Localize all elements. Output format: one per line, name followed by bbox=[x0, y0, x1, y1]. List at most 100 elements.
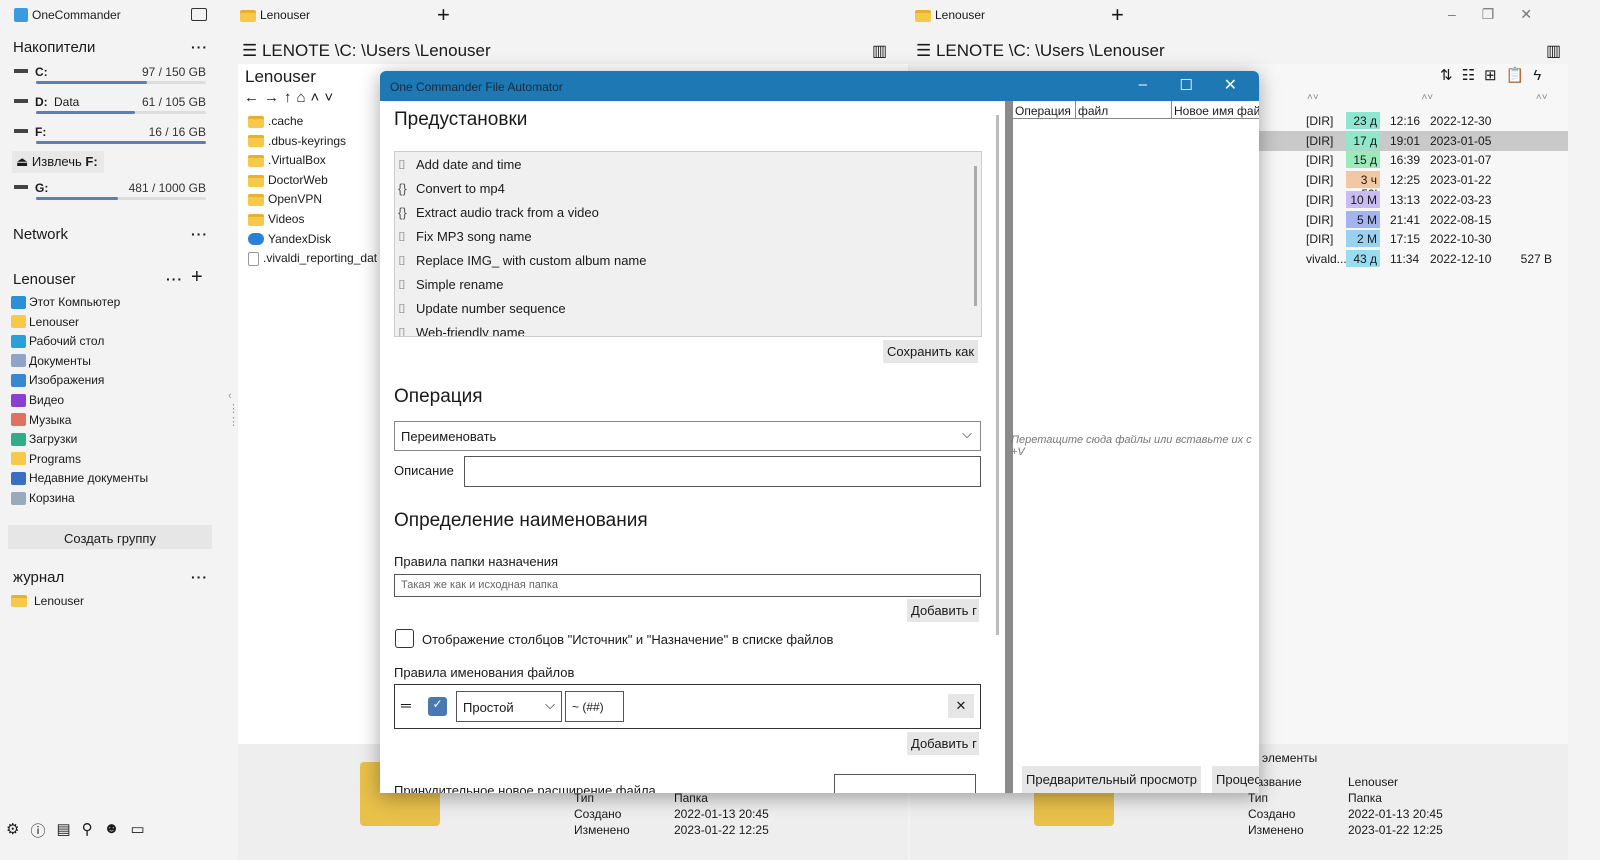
dialog-title: One Commander File Automator bbox=[390, 80, 563, 94]
sidebar-item[interactable]: Изображения bbox=[11, 373, 104, 387]
remove-rule-button[interactable]: ✕ bbox=[948, 694, 974, 718]
operation-select[interactable]: Переименовать ⌵ bbox=[394, 421, 981, 451]
create-group-button[interactable]: Создать группу bbox=[8, 525, 212, 549]
sidebar-item[interactable]: Lenouser bbox=[11, 315, 79, 329]
sort-arrows[interactable]: ˄˅ ˄˅ ˄˅ bbox=[1307, 92, 1548, 103]
sidebar-item[interactable]: Видео bbox=[11, 393, 64, 407]
sidebar-item[interactable]: Programs bbox=[11, 452, 81, 466]
drag-handle-icon[interactable]: ═ bbox=[401, 697, 411, 713]
right-toolbar[interactable]: ⇅☷⊞📋ϟ bbox=[1440, 66, 1550, 84]
drive-item[interactable]: D: Data 61 / 105 GB bbox=[12, 94, 208, 118]
file-item[interactable]: DoctorWeb bbox=[248, 173, 380, 187]
file-row[interactable]: [DIR] 15 д 16:39 2023-01-07 bbox=[1250, 150, 1568, 170]
force-ext-input[interactable] bbox=[834, 774, 976, 793]
columns-icon[interactable]: ▥ bbox=[872, 41, 887, 61]
preset-item[interactable]: {} Extract audio track from a video bbox=[398, 205, 599, 220]
description-input[interactable] bbox=[464, 456, 981, 487]
new-window-icon[interactable]: ▭ bbox=[130, 820, 144, 841]
file-item[interactable]: Videos bbox=[248, 212, 380, 226]
file-row[interactable]: [DIR] 10 M 13:13 2022-03-23 bbox=[1250, 190, 1568, 210]
close-button[interactable]: ✕ bbox=[1224, 75, 1237, 95]
file-item[interactable]: .cache bbox=[248, 114, 380, 128]
file-row[interactable]: vivald... 43 д 11:34 2022-12-10 527 B bbox=[1250, 249, 1568, 269]
file-row[interactable]: [DIR] 17 д 19:01 2023-01-05 bbox=[1250, 130, 1568, 151]
drive-item[interactable]: G: 481 / 1000 GB bbox=[12, 180, 208, 204]
list-view-icon[interactable]: ☷ bbox=[1462, 67, 1484, 84]
history-item[interactable]: Lenouser bbox=[11, 594, 84, 608]
left-breadcrumb[interactable]: ☰ LENOTE \C: \Users \Lenouser bbox=[242, 41, 491, 61]
show-columns-checkbox[interactable] bbox=[395, 629, 414, 648]
sidebar-item[interactable]: Документы bbox=[11, 354, 91, 368]
sidebar-item[interactable]: Загрузки bbox=[11, 432, 77, 446]
preset-item[interactable]: ⌷ Fix MP3 song name bbox=[398, 229, 532, 245]
preset-item[interactable]: {} Convert to mp4 bbox=[398, 181, 505, 196]
add-favorite-button[interactable]: + bbox=[191, 266, 203, 289]
file-item[interactable]: .dbus-keyrings bbox=[248, 134, 380, 148]
add-file-rule-button[interactable]: Добавить г bbox=[907, 732, 979, 755]
file-item[interactable]: YandexDisk bbox=[248, 232, 380, 246]
dest-rules-input[interactable]: Такая же как и исходная папка bbox=[394, 574, 981, 597]
new-window-icon[interactable] bbox=[191, 8, 207, 21]
drives-title: Накопители bbox=[13, 39, 96, 56]
add-dest-rule-button[interactable]: Добавить г bbox=[907, 599, 979, 622]
drives-more-button[interactable]: ··· bbox=[191, 39, 208, 55]
new-tab-button[interactable]: + bbox=[437, 2, 450, 28]
preset-item[interactable]: ⌷ Simple rename bbox=[398, 277, 503, 293]
file-item[interactable]: .vivaldi_reporting_dat bbox=[248, 251, 380, 267]
file-row[interactable]: [DIR] 5 M 21:41 2022-08-15 bbox=[1250, 210, 1568, 230]
sort-icon[interactable]: ⇅ bbox=[1440, 67, 1462, 84]
file-row[interactable]: [DIR]3 ч 59'12:252023-01-22 bbox=[1250, 170, 1568, 201]
maximize-button[interactable]: ☐ bbox=[1180, 76, 1193, 94]
presets-list[interactable]: ⌷ Add date and time {} Convert to mp4 {} Extr… bbox=[394, 151, 982, 337]
file-item[interactable]: .VirtualBox bbox=[248, 153, 380, 167]
sidebar-item[interactable]: Корзина bbox=[11, 491, 75, 505]
drive-item[interactable]: C: 97 / 150 GB bbox=[12, 64, 208, 88]
file-item[interactable]: OpenVPN bbox=[248, 192, 380, 206]
eject-button[interactable]: ⏏ Извлечь F: bbox=[12, 151, 104, 173]
network-more-button[interactable]: ··· bbox=[191, 226, 208, 242]
column-new-name[interactable]: Новое имя файла bbox=[1171, 101, 1259, 119]
new-tab-button[interactable]: + bbox=[1111, 2, 1124, 28]
location-icon bbox=[11, 315, 26, 329]
bottom-toolbar: ⚙ ⓘ ▤ ⚲ ☻ ▭ bbox=[6, 820, 145, 841]
rule-pattern-input[interactable]: ~ (##) bbox=[565, 691, 624, 722]
file-row[interactable]: [DIR] 23 д 12:16 2022-12-30 bbox=[1250, 111, 1568, 131]
search-icon[interactable]: ⚲ bbox=[82, 820, 93, 841]
process-button[interactable]: Процесс bbox=[1212, 766, 1259, 793]
preset-item[interactable]: ⌷ Update number sequence bbox=[398, 301, 566, 317]
column-file[interactable]: файл bbox=[1075, 101, 1110, 119]
column-operation[interactable]: Операция bbox=[1015, 104, 1071, 118]
right-breadcrumb[interactable]: ☰ LENOTE \C: \Users \Lenouser bbox=[916, 41, 1165, 61]
file-row[interactable]: [DIR] 2 M 17:15 2022-10-30 bbox=[1250, 229, 1568, 249]
info-icon[interactable]: ⓘ bbox=[30, 820, 45, 841]
right-tab[interactable]: Lenouser bbox=[915, 8, 985, 22]
robot-icon[interactable]: ☻ bbox=[104, 820, 120, 841]
preset-item[interactable]: ⌷ Replace IMG_ with custom album name bbox=[398, 253, 646, 269]
left-nav-buttons[interactable]: ←→↑⌂˄˅ bbox=[244, 89, 338, 106]
save-as-button[interactable]: Сохранить как bbox=[883, 340, 979, 363]
presets-scrollbar[interactable] bbox=[974, 166, 977, 306]
history-more-button[interactable]: ··· bbox=[191, 569, 208, 585]
layout-icon[interactable]: ▤ bbox=[56, 820, 70, 841]
rule-type-select[interactable]: Простой ⌵ bbox=[456, 691, 562, 722]
preset-item[interactable]: ⌷ Add date and time bbox=[398, 157, 522, 173]
sidebar-item[interactable]: Музыка bbox=[11, 413, 71, 427]
dialog-scrollbar[interactable] bbox=[996, 115, 999, 635]
window-controls[interactable]: –❐✕ bbox=[1448, 6, 1558, 23]
new-item-icon[interactable]: ⊞ bbox=[1484, 67, 1506, 84]
sidebar-item[interactable]: Рабочий стол bbox=[11, 334, 104, 348]
sidebar-item[interactable]: Недавние документы bbox=[11, 471, 148, 485]
info-label: Изменено bbox=[1248, 823, 1304, 837]
minimize-button[interactable]: – bbox=[1139, 76, 1147, 93]
left-tab[interactable]: Lenouser bbox=[240, 8, 310, 22]
preset-item[interactable]: ⌷ Web-friendly name bbox=[398, 325, 525, 336]
lightning-icon[interactable]: ϟ bbox=[1533, 67, 1550, 84]
favorites-more-button[interactable]: ··· bbox=[166, 271, 183, 287]
preview-button[interactable]: Предварительный просмотр bbox=[1022, 766, 1202, 793]
columns-icon[interactable]: ▥ bbox=[1546, 41, 1561, 61]
sidebar-item[interactable]: Этот Компьютер bbox=[11, 295, 120, 309]
clipboard-icon[interactable]: 📋 bbox=[1506, 67, 1534, 84]
settings-icon[interactable]: ⚙ bbox=[6, 820, 19, 841]
drive-item[interactable]: F: 16 / 16 GB bbox=[12, 124, 208, 148]
rule-enabled-checkbox[interactable]: ✓ bbox=[428, 697, 447, 716]
